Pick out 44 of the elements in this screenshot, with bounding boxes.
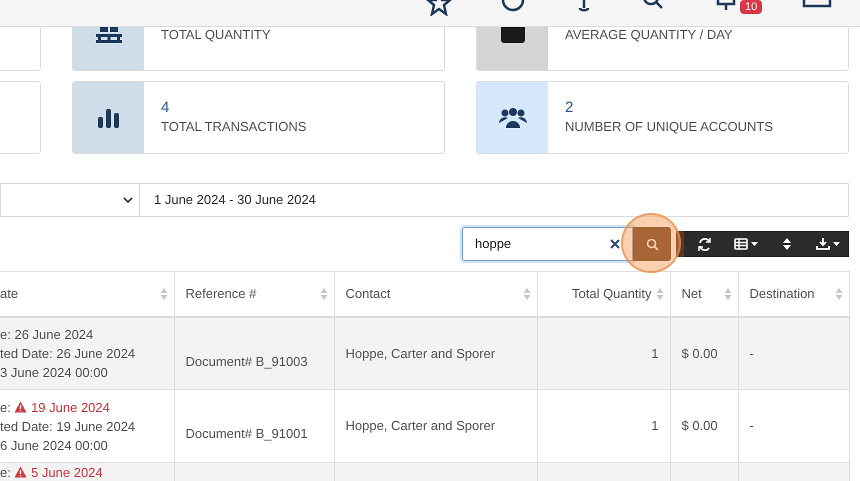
sort-icon: [522, 286, 530, 301]
net-cell: $ 0.00: [682, 418, 718, 434]
table-icon: [734, 237, 748, 251]
clear-icon[interactable]: [610, 239, 620, 249]
search-field[interactable]: hoppe: [462, 227, 633, 261]
reference-cell: Document# B_91001: [186, 426, 308, 442]
stat-value: 4: [161, 98, 170, 117]
date-line: e: 19 June 2024: [0, 398, 111, 416]
quantity-cell: 1: [651, 346, 658, 360]
download-icon: [816, 237, 830, 251]
date-line: e: 26 June 2024: [0, 326, 94, 344]
sort-icon: [834, 286, 842, 301]
stat-label: TOTAL TRANSACTIONS: [161, 118, 306, 136]
sort-icon: [160, 286, 168, 301]
date-range-field[interactable]: 1 June 2024 - 30 June 2024: [139, 183, 849, 217]
chevron-icon: [123, 196, 133, 204]
caret-icon: [750, 242, 758, 246]
date-line: ted Date: 26 June 2024: [0, 344, 136, 363]
net-cell: $ 0.00: [682, 346, 718, 360]
quantity-cell: 1: [651, 418, 658, 434]
date-line: ted Date: 19 June 2024: [0, 418, 136, 436]
notification-badge: 10: [740, 0, 762, 14]
stat-label: NUMBER OF UNIQUE ACCOUNTS: [565, 118, 774, 136]
stat-label: AVERAGE QUANTITY / DAY: [565, 26, 733, 44]
caret-icon: [833, 242, 840, 246]
search-button[interactable]: [633, 227, 671, 261]
destination-cell: -: [750, 418, 754, 434]
destination-cell: -: [750, 346, 754, 360]
contact-cell: Hoppe, Carter and Sporer: [346, 418, 496, 434]
sort-icon: [656, 286, 664, 301]
sort-icon: [320, 286, 328, 301]
users-icon: [498, 108, 528, 128]
date-line: 6 June 2024 00:00: [0, 436, 109, 454]
select-field[interactable]: [0, 183, 139, 217]
pallet-icon: [94, 24, 124, 44]
reference-cell: Document# B_91003: [186, 354, 308, 368]
stat-label: TOTAL QUANTITY: [161, 26, 271, 44]
refresh-icon: [698, 237, 712, 251]
search-icon: [646, 238, 658, 250]
date-line: e: 5 June 2024: [0, 465, 104, 480]
contact-cell: Hoppe, Carter and Sporer: [346, 346, 496, 360]
sort-icon: [724, 286, 732, 301]
stat-value: 2: [565, 98, 574, 117]
date-line: 3 June 2024 00:00: [0, 364, 109, 382]
